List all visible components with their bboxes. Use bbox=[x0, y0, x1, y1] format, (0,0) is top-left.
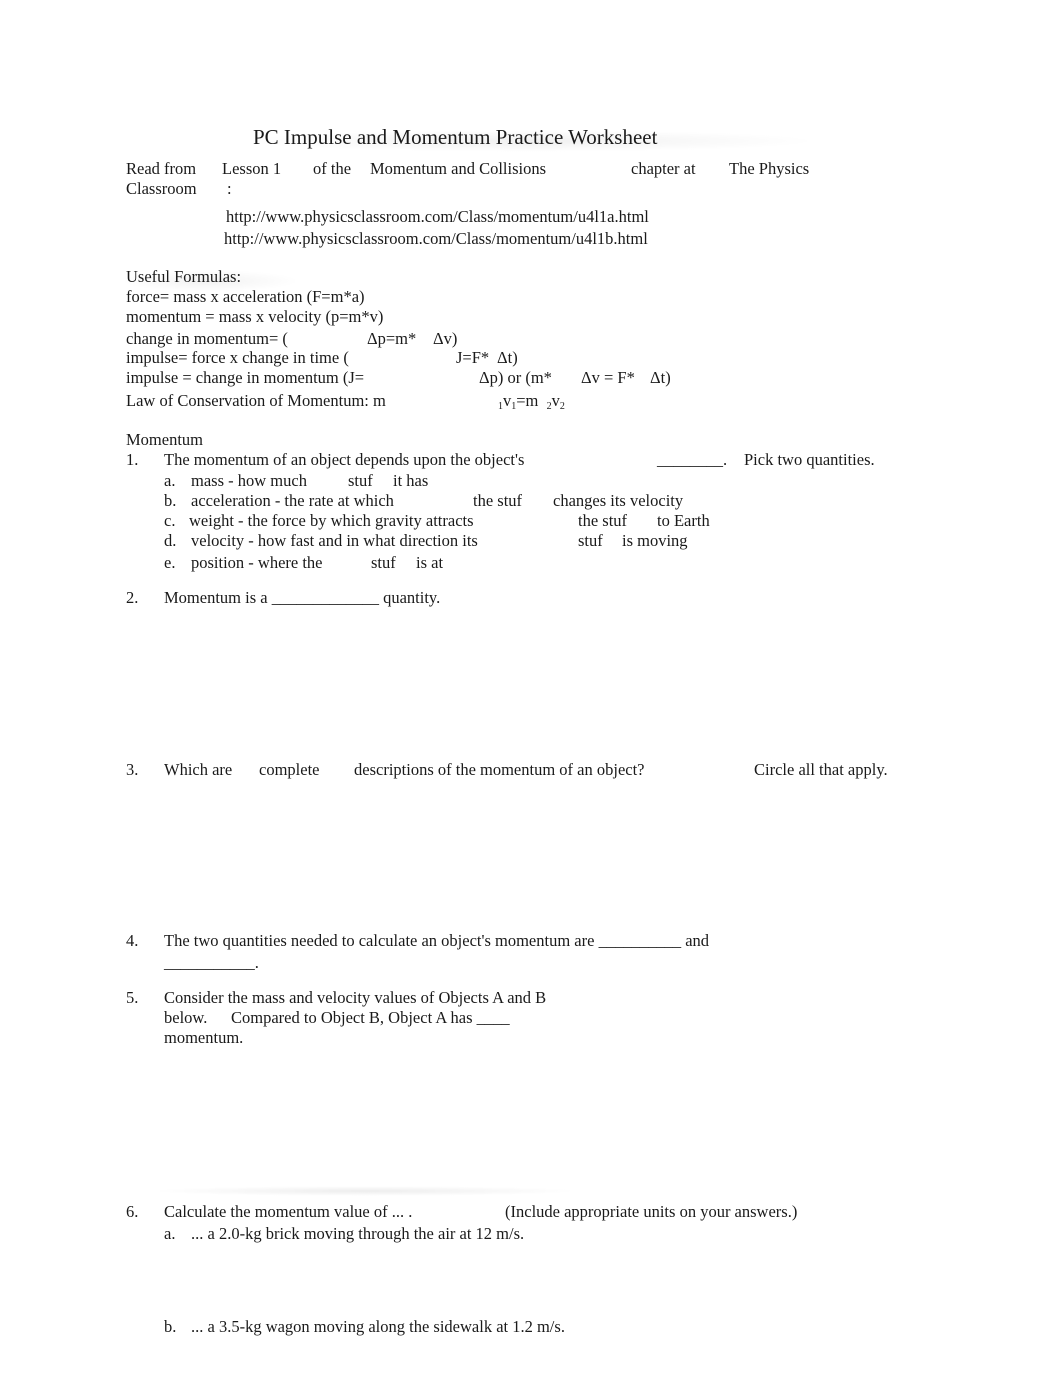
intro-site-part1: The Physics bbox=[729, 159, 810, 178]
formula-expr: Δv) bbox=[433, 329, 458, 348]
question-number: 2. bbox=[126, 588, 139, 607]
formula-text: impulse= force x change in time ( bbox=[126, 348, 349, 367]
part-letter: a. bbox=[164, 1224, 176, 1243]
section-divider-shading bbox=[150, 1186, 580, 1196]
formula-text: Law of Conservation of Momentum: m bbox=[126, 391, 386, 410]
page-title: PC Impulse and Momentum Practice Workshe… bbox=[253, 125, 658, 149]
option-text: stuf bbox=[371, 553, 396, 572]
option-text: the stuf bbox=[473, 491, 523, 510]
option-letter: e. bbox=[164, 553, 176, 572]
intro-chapter-name: Momentum and Collisions bbox=[370, 159, 547, 178]
formula-text: change in momentum= ( bbox=[126, 329, 288, 348]
part-text: ... a 3.5-kg wagon moving along the side… bbox=[191, 1317, 565, 1336]
var: v bbox=[551, 391, 560, 410]
intro-read-from: Read from bbox=[126, 159, 197, 178]
part-text: ... a 2.0-kg brick moving through the ai… bbox=[191, 1224, 525, 1243]
intro-of-the: of the bbox=[313, 159, 352, 178]
option-text: to Earth bbox=[657, 511, 710, 530]
question-text: momentum. bbox=[164, 1028, 244, 1047]
question-number: 6. bbox=[126, 1202, 139, 1221]
formula-expr: 1v1=m 2v2 bbox=[498, 391, 565, 417]
question-text: Momentum is a _____________ quantity. bbox=[164, 588, 441, 607]
formula-force: force= mass x acceleration (F=m*a) bbox=[126, 287, 365, 306]
question-number: 1. bbox=[126, 450, 139, 469]
option-text: changes its velocity bbox=[553, 491, 684, 510]
question-text: The two quantities needed to calculate a… bbox=[164, 931, 710, 950]
question-number: 4. bbox=[126, 931, 139, 950]
option-text: stuf bbox=[578, 531, 603, 550]
question-text: The momentum of an object depends upon t… bbox=[164, 450, 525, 469]
option-letter: c. bbox=[164, 511, 176, 530]
intro-colon: : bbox=[227, 179, 232, 198]
question-text: Which are bbox=[164, 760, 233, 779]
question-instruction: (Include appropriate units on your answe… bbox=[505, 1202, 798, 1221]
option-text: weight - the force by which gravity attr… bbox=[189, 511, 474, 530]
question-text: complete bbox=[259, 760, 320, 779]
section-heading-momentum: Momentum bbox=[126, 430, 203, 449]
answer-blank: ________. bbox=[657, 450, 728, 469]
formula-momentum: momentum = mass x velocity (p=m*v) bbox=[126, 307, 384, 326]
option-text: the stuf bbox=[578, 511, 628, 530]
formulas-heading: Useful Formulas: bbox=[126, 267, 242, 286]
question-text: Consider the mass and velocity values of… bbox=[164, 988, 547, 1007]
formula-text: impulse = change in momentum (J= bbox=[126, 368, 365, 387]
option-text: mass - how much bbox=[191, 471, 307, 490]
formula-expr: Δt) bbox=[650, 368, 671, 387]
option-letter: d. bbox=[164, 531, 177, 550]
option-text: is at bbox=[416, 553, 444, 572]
question-text: below. bbox=[164, 1008, 208, 1027]
question-number: 5. bbox=[126, 988, 139, 1007]
var: v bbox=[503, 391, 512, 410]
intro-chapter-at: chapter at bbox=[631, 159, 696, 178]
subscript: 2 bbox=[559, 401, 565, 412]
question-instruction: Pick two quantities. bbox=[744, 450, 875, 469]
part-letter: b. bbox=[164, 1317, 177, 1336]
formula-expr: Δp) or (m* bbox=[479, 368, 552, 387]
formula-expr: Δt) bbox=[497, 348, 518, 367]
link-u4l1a[interactable]: http://www.physicsclassroom.com/Class/mo… bbox=[226, 207, 649, 227]
question-text: Calculate the momentum value of ... . bbox=[164, 1202, 413, 1221]
option-text: is moving bbox=[622, 531, 688, 550]
option-text: position - where the bbox=[191, 553, 323, 572]
link-u4l1b[interactable]: http://www.physicsclassroom.com/Class/mo… bbox=[224, 229, 648, 249]
option-text: it has bbox=[393, 471, 429, 490]
var: =m bbox=[516, 391, 539, 410]
question-instruction: Circle all that apply. bbox=[754, 760, 888, 779]
option-letter: a. bbox=[164, 471, 176, 490]
question-number: 3. bbox=[126, 760, 139, 779]
option-text: acceleration - the rate at which bbox=[191, 491, 394, 510]
question-text: descriptions of the momentum of an objec… bbox=[354, 760, 645, 779]
option-letter: b. bbox=[164, 491, 177, 510]
formula-expr: Δp=m* bbox=[367, 329, 417, 348]
question-text: ___________. bbox=[164, 953, 259, 972]
option-text: stuf bbox=[348, 471, 373, 490]
intro-lesson: Lesson 1 bbox=[222, 159, 282, 178]
formula-expr: Δv = F* bbox=[581, 368, 635, 387]
intro-site-part2: Classroom bbox=[126, 179, 197, 198]
formula-expr: J=F* bbox=[456, 348, 490, 367]
option-text: velocity - how fast and in what directio… bbox=[191, 531, 478, 550]
question-text: Compared to Object B, Object A has ____ bbox=[231, 1008, 510, 1027]
